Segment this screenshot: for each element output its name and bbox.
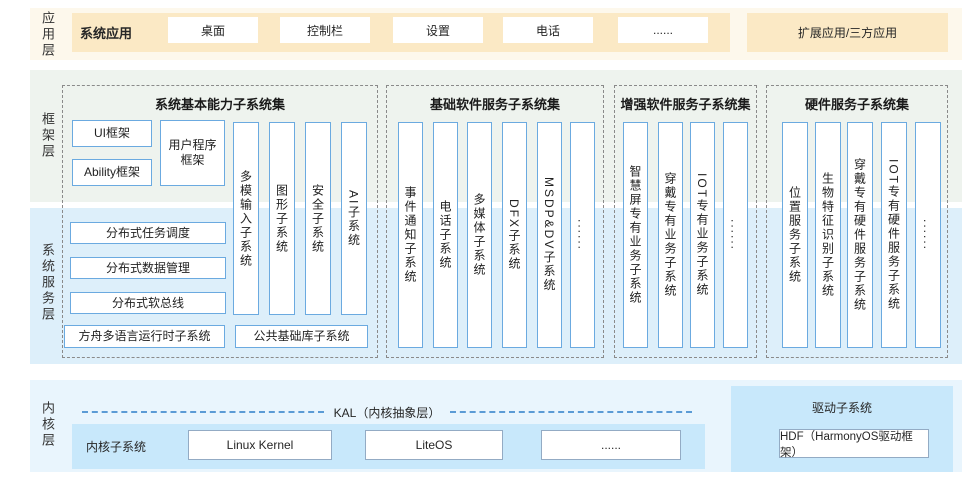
- group-title-basic-capability: 系统基本能力子系统集: [63, 94, 377, 113]
- column-ai-subsystem: AI子系统: [341, 122, 367, 315]
- kal-abstraction-line: KAL（内核抽象层）: [72, 405, 702, 419]
- box-ui-framework: UI框架: [72, 120, 152, 147]
- column-dfx-subsystem: DFX子系统: [502, 122, 527, 348]
- column-location-service-subsystem: 位置服务子系统: [782, 122, 808, 348]
- box-distributed-task-scheduling: 分布式任务调度: [70, 222, 226, 244]
- box-ark-multilanguage-runtime: 方舟多语言运行时子系统: [64, 325, 225, 348]
- column-wearable-hardware-service-subsystem: 穿戴专有硬件服务子系统: [847, 122, 873, 348]
- column-multimedia-subsystem: 多媒体子系统: [467, 122, 492, 348]
- column-telephony-subsystem: 电话子系统: [433, 122, 458, 348]
- kernel-layer-label: 内核层: [38, 401, 57, 449]
- column-iot-hardware-service-subsystem: IOT专有硬件服务子系统: [881, 122, 907, 348]
- app-item-control-bar: 控制栏: [280, 17, 370, 43]
- system-apps-label: 系统应用: [80, 13, 132, 52]
- column-ellipsis-hardware: ......: [915, 122, 941, 348]
- box-hdf-driver-framework: HDF（HarmonyOS驱动框架）: [779, 429, 929, 458]
- extended-third-party-apps-box: 扩展应用/三方应用: [747, 13, 948, 52]
- box-kernel-ellipsis: ......: [541, 430, 681, 460]
- framework-layer-label: 框架层: [38, 112, 57, 160]
- harmonyos-architecture-diagram: 应用层 框架层 系统服务层 内核层 系统应用 桌面 控制栏 设置 电话 ....…: [0, 0, 976, 490]
- box-ability-framework: Ability框架: [72, 159, 152, 186]
- column-security-subsystem: 安全子系统: [305, 122, 331, 315]
- app-item-phone: 电话: [503, 17, 593, 43]
- column-biometric-recognition-subsystem: 生物特征识别子系统: [815, 122, 841, 348]
- column-msdp-dv-subsystem: MSDP&DV子系统: [537, 122, 562, 348]
- app-item-desktop: 桌面: [168, 17, 258, 43]
- column-smart-screen-service-subsystem: 智慧屏专有业务子系统: [623, 122, 648, 348]
- group-title-basic-software-service: 基础软件服务子系统集: [387, 94, 603, 113]
- box-distributed-soft-bus: 分布式软总线: [70, 292, 226, 314]
- application-layer-label: 应用层: [38, 11, 57, 59]
- box-user-program-framework: 用户程序框架: [160, 120, 225, 186]
- group-title-enhanced-software-service: 增强软件服务子系统集: [615, 94, 756, 113]
- column-iot-service-subsystem: IOT专有业务子系统: [690, 122, 715, 348]
- app-item-settings: 设置: [393, 17, 483, 43]
- column-ellipsis-basic-software: ......: [570, 122, 595, 348]
- column-graphics-subsystem: 图形子系统: [269, 122, 295, 315]
- box-liteos: LiteOS: [365, 430, 503, 460]
- column-multimodal-input-subsystem: 多模输入子系统: [233, 122, 259, 315]
- group-title-hardware-service: 硬件服务子系统集: [767, 94, 947, 113]
- kal-label: KAL（内核抽象层）: [334, 404, 441, 421]
- box-distributed-data-management: 分布式数据管理: [70, 257, 226, 279]
- kal-dash-right: [450, 411, 692, 413]
- kal-dash-left: [82, 411, 324, 413]
- system-service-layer-label: 系统服务层: [38, 243, 57, 323]
- kernel-subsystem-label: 内核子系统: [86, 424, 146, 469]
- box-linux-kernel: Linux Kernel: [188, 430, 332, 460]
- box-common-base-library: 公共基础库子系统: [235, 325, 368, 348]
- column-ellipsis-enhanced-software: ......: [723, 122, 748, 348]
- app-item-ellipsis: ......: [618, 17, 708, 43]
- column-event-notification-subsystem: 事件通知子系统: [398, 122, 423, 348]
- driver-subsystem-title: 驱动子系统: [731, 399, 953, 416]
- column-wearable-service-subsystem: 穿戴专有业务子系统: [658, 122, 683, 348]
